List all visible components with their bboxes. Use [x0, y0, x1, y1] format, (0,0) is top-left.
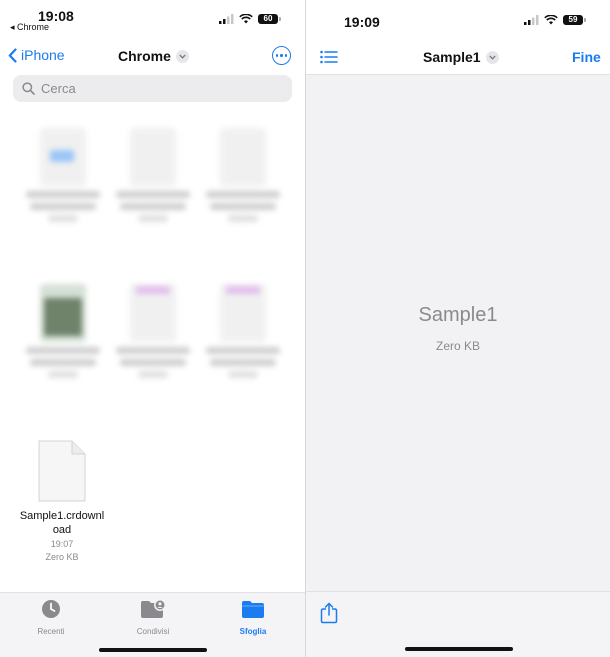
blurred-text: [48, 215, 78, 222]
battery-indicator: 60: [258, 14, 278, 24]
clock-icon: [42, 600, 60, 618]
tab-label: Condivisi: [136, 627, 170, 636]
file-thumbnail: [40, 128, 86, 186]
blurred-text: [30, 359, 96, 366]
blurred-text: [210, 359, 276, 366]
blurred-text: [206, 347, 280, 354]
file-preview-panel: 19:09 59 Sample1 Fine Sample1 Zero KB: [306, 0, 610, 657]
tab-sfoglia[interactable]: Sfoglia: [218, 599, 288, 636]
back-to-app-link[interactable]: ◂ Chrome: [10, 22, 49, 33]
shared-folder-icon: [141, 599, 166, 618]
wifi-icon: [544, 15, 558, 25]
battery-cap: [279, 17, 281, 21]
preview-area: [306, 75, 610, 591]
blurred-file-item[interactable]: [18, 128, 108, 222]
search-input[interactable]: [41, 81, 271, 96]
file-thumbnail: [130, 284, 176, 342]
blurred-text: [120, 359, 186, 366]
tab-recenti[interactable]: Recenti: [16, 599, 86, 636]
wifi-icon: [239, 14, 253, 24]
tab-label: Sfoglia: [239, 627, 267, 636]
file-size: Zero KB: [45, 552, 79, 562]
folder-icon: [242, 601, 264, 618]
blurred-file-item[interactable]: [18, 284, 108, 378]
blurred-file-item[interactable]: [108, 128, 198, 222]
status-icons: 60: [219, 14, 281, 24]
battery-cap: [584, 18, 586, 22]
search-bar[interactable]: [13, 75, 292, 102]
folder-title: Chrome: [118, 48, 171, 64]
blurred-text: [26, 191, 100, 198]
file-date: 19:07: [50, 539, 74, 549]
cellular-signal-icon: [219, 14, 234, 24]
more-dot: [275, 54, 279, 57]
list-icon: [320, 50, 338, 64]
done-button[interactable]: Fine: [572, 49, 601, 65]
status-icons: 59: [524, 15, 586, 25]
blurred-text: [228, 215, 258, 222]
blurred-text: [138, 215, 168, 222]
blurred-text: [116, 347, 190, 354]
blurred-file-item[interactable]: [108, 284, 198, 378]
cellular-signal-icon: [524, 15, 539, 25]
search-icon: [22, 82, 35, 95]
file-name: Sample1.crdownload: [19, 510, 105, 536]
file-thumbnail: [220, 128, 266, 186]
file-thumbnail: [130, 128, 176, 186]
blurred-file-item[interactable]: [198, 284, 288, 378]
blurred-text: [210, 203, 276, 210]
chevron-down-icon: [485, 50, 499, 64]
blurred-text: [120, 203, 186, 210]
bottom-toolbar: [306, 591, 610, 657]
file-thumbnail: [220, 284, 266, 342]
blurred-text: [206, 191, 280, 198]
chevron-left-icon: [8, 47, 17, 63]
tab-bar: Recenti Condivisi Sfoglia: [0, 592, 305, 657]
blurred-text: [30, 203, 96, 210]
preview-file-size: Zero KB: [435, 339, 480, 353]
more-options-button[interactable]: [272, 46, 291, 65]
list-view-button[interactable]: [320, 50, 338, 69]
status-time: 19:09: [344, 14, 380, 30]
more-dot: [284, 54, 288, 57]
blurred-text: [138, 371, 168, 378]
blurred-text: [116, 191, 190, 198]
document-title-menu[interactable]: Sample1: [423, 49, 499, 65]
back-button[interactable]: iPhone: [8, 47, 65, 63]
share-button[interactable]: [320, 602, 338, 629]
blurred-text: [48, 371, 78, 378]
more-dot: [280, 54, 283, 57]
back-button-label: iPhone: [21, 47, 65, 63]
share-icon: [320, 602, 338, 624]
battery-indicator: 59: [563, 15, 583, 25]
home-indicator[interactable]: [405, 647, 513, 651]
tab-condivisi[interactable]: Condivisi: [118, 599, 188, 636]
blurred-text: [228, 371, 258, 378]
folder-title-menu[interactable]: Chrome: [118, 48, 189, 64]
file-item-sample1[interactable]: Sample1.crdownload 19:07 Zero KB: [18, 440, 106, 564]
home-indicator[interactable]: [99, 648, 207, 652]
document-icon: [38, 440, 86, 502]
file-thumbnail: [40, 284, 86, 342]
preview-file-name: Sample1: [418, 304, 498, 326]
document-title: Sample1: [423, 49, 481, 65]
blurred-text: [26, 347, 100, 354]
chevron-down-icon: [175, 49, 189, 63]
tab-label: Recenti: [37, 627, 65, 636]
files-browser-panel: 19:08 ◂ Chrome 60 iPhone Chrome Cerca Sa…: [0, 0, 305, 657]
blurred-file-item[interactable]: [198, 128, 288, 222]
